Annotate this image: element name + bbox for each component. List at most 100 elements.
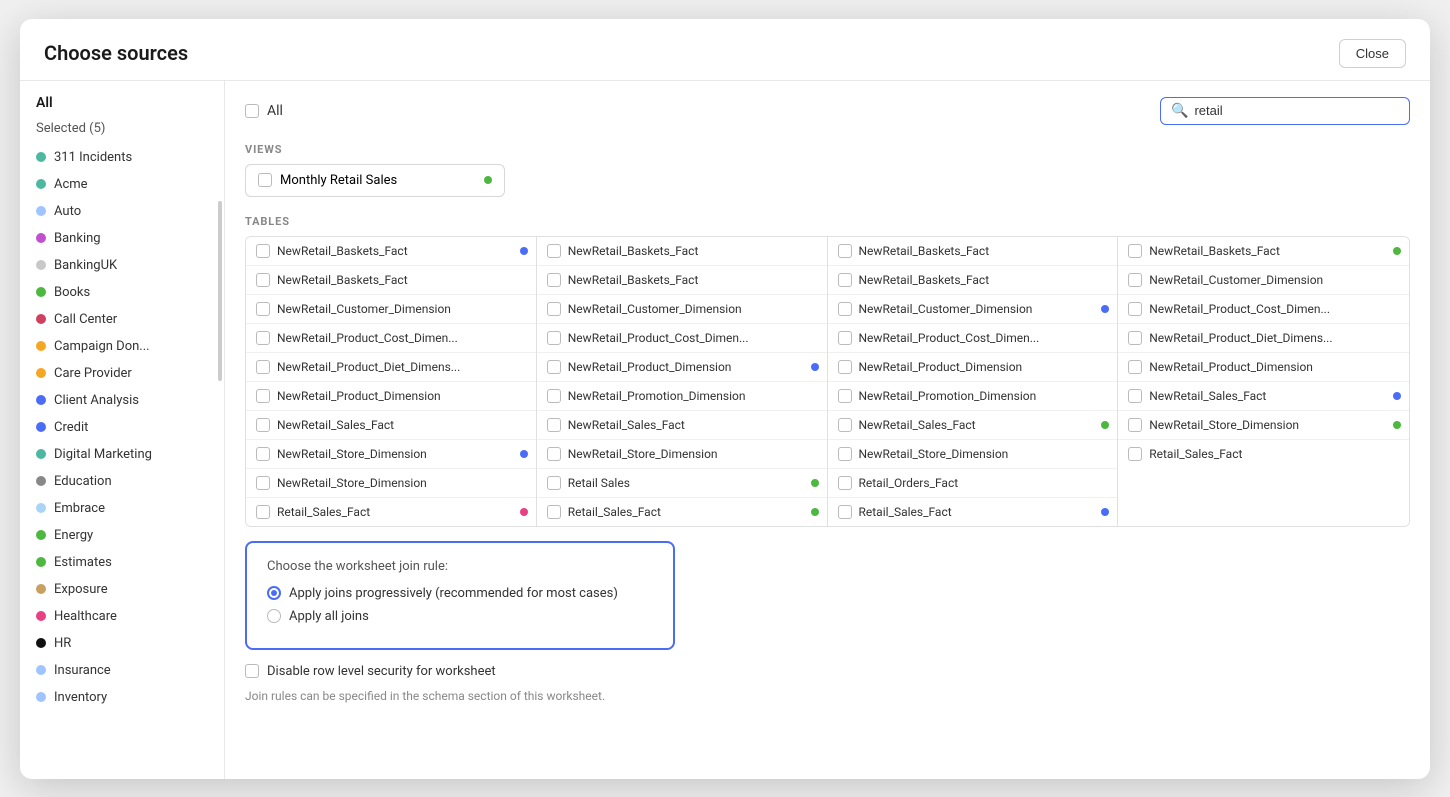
table-row[interactable]: NewRetail_Product_Diet_Dimens... [1118, 324, 1409, 353]
table-row[interactable]: NewRetail_Sales_Fact [537, 411, 827, 440]
table-row[interactable]: NewRetail_Product_Dimension [1118, 353, 1409, 382]
search-input[interactable] [1194, 103, 1399, 118]
table-row[interactable]: NewRetail_Product_Dimension [828, 353, 1118, 382]
table-row-checkbox[interactable] [547, 505, 561, 519]
table-row[interactable]: Retail Sales [537, 469, 827, 498]
apply-joins-progressively-radio[interactable]: Apply joins progressively (recommended f… [267, 586, 653, 601]
table-row-checkbox[interactable] [256, 273, 270, 287]
apply-progressively-radio-icon[interactable] [267, 586, 281, 600]
table-row[interactable]: NewRetail_Customer_Dimension [1118, 266, 1409, 295]
table-row-checkbox[interactable] [256, 244, 270, 258]
sidebar-scrollbar[interactable] [218, 201, 222, 381]
table-row-checkbox[interactable] [1128, 418, 1142, 432]
table-row[interactable]: NewRetail_Baskets_Fact [537, 266, 827, 295]
table-row[interactable]: NewRetail_Product_Cost_Dimen... [537, 324, 827, 353]
table-row-checkbox[interactable] [1128, 389, 1142, 403]
sidebar-all-label[interactable]: All [20, 89, 224, 117]
table-row[interactable]: NewRetail_Customer_Dimension [828, 295, 1118, 324]
table-row-checkbox[interactable] [547, 273, 561, 287]
close-button[interactable]: Close [1339, 39, 1406, 68]
table-row-checkbox[interactable] [547, 418, 561, 432]
sidebar-item-care-provider[interactable]: Care Provider [20, 360, 224, 387]
table-row[interactable]: NewRetail_Baskets_Fact [828, 237, 1118, 266]
table-row-checkbox[interactable] [1128, 244, 1142, 258]
table-row[interactable]: NewRetail_Product_Dimension [246, 382, 536, 411]
table-row-checkbox[interactable] [1128, 331, 1142, 345]
table-row[interactable]: Retail_Sales_Fact [246, 498, 536, 526]
table-row[interactable]: NewRetail_Promotion_Dimension [828, 382, 1118, 411]
table-row[interactable]: NewRetail_Store_Dimension [246, 469, 536, 498]
table-row-checkbox[interactable] [256, 505, 270, 519]
sidebar-item-inventory[interactable]: Inventory [20, 684, 224, 711]
table-row[interactable]: NewRetail_Customer_Dimension [537, 295, 827, 324]
apply-all-joins-radio[interactable]: Apply all joins [267, 609, 653, 624]
table-row[interactable]: NewRetail_Store_Dimension [1118, 411, 1409, 440]
sidebar-item-exposure[interactable]: Exposure [20, 576, 224, 603]
table-row-checkbox[interactable] [838, 389, 852, 403]
sidebar-item-energy[interactable]: Energy [20, 522, 224, 549]
table-row[interactable]: Retail_Sales_Fact [828, 498, 1118, 526]
table-row[interactable]: NewRetail_Sales_Fact [246, 411, 536, 440]
table-row-checkbox[interactable] [838, 476, 852, 490]
sidebar-item-client-analysis[interactable]: Client Analysis [20, 387, 224, 414]
table-row-checkbox[interactable] [547, 389, 561, 403]
monthly-retail-sales-card[interactable]: Monthly Retail Sales [245, 164, 505, 197]
sidebar-item-digital-marketing[interactable]: Digital Marketing [20, 441, 224, 468]
monthly-retail-sales-checkbox[interactable] [258, 173, 272, 187]
table-row-checkbox[interactable] [256, 302, 270, 316]
table-row-checkbox[interactable] [838, 302, 852, 316]
table-row-checkbox[interactable] [1128, 302, 1142, 316]
table-row-checkbox[interactable] [256, 389, 270, 403]
sidebar-item-call-center[interactable]: Call Center [20, 306, 224, 333]
sidebar-item-banking[interactable]: Banking [20, 225, 224, 252]
table-row-checkbox[interactable] [838, 418, 852, 432]
sidebar-item-education[interactable]: Education [20, 468, 224, 495]
sidebar-item-campaign-don...[interactable]: Campaign Don... [20, 333, 224, 360]
sidebar-item-embrace[interactable]: Embrace [20, 495, 224, 522]
sidebar-item-acme[interactable]: Acme [20, 171, 224, 198]
sidebar-item-credit[interactable]: Credit [20, 414, 224, 441]
table-row[interactable]: NewRetail_Store_Dimension [537, 440, 827, 469]
table-row-checkbox[interactable] [838, 273, 852, 287]
table-row[interactable]: NewRetail_Sales_Fact [828, 411, 1118, 440]
table-row-checkbox[interactable] [256, 360, 270, 374]
disable-row-security-checkbox[interactable] [245, 664, 259, 678]
table-row-checkbox[interactable] [547, 244, 561, 258]
table-row-checkbox[interactable] [547, 476, 561, 490]
table-row[interactable]: Retail_Sales_Fact [1118, 440, 1409, 468]
table-row-checkbox[interactable] [547, 302, 561, 316]
table-row-checkbox[interactable] [256, 447, 270, 461]
sidebar-item-estimates[interactable]: Estimates [20, 549, 224, 576]
table-row[interactable]: NewRetail_Product_Cost_Dimen... [246, 324, 536, 353]
table-row[interactable]: NewRetail_Promotion_Dimension [537, 382, 827, 411]
table-row-checkbox[interactable] [1128, 447, 1142, 461]
table-row-checkbox[interactable] [256, 331, 270, 345]
table-row-checkbox[interactable] [838, 505, 852, 519]
sidebar-item-auto[interactable]: Auto [20, 198, 224, 225]
sidebar-item-bankinguk[interactable]: BankingUK [20, 252, 224, 279]
apply-all-joins-radio-icon[interactable] [267, 609, 281, 623]
table-row-checkbox[interactable] [256, 476, 270, 490]
sidebar-item-books[interactable]: Books [20, 279, 224, 306]
table-row-checkbox[interactable] [547, 447, 561, 461]
sidebar-item-healthcare[interactable]: Healthcare [20, 603, 224, 630]
table-row-checkbox[interactable] [1128, 273, 1142, 287]
all-checkbox[interactable] [245, 104, 259, 118]
table-row-checkbox[interactable] [1128, 360, 1142, 374]
table-row-checkbox[interactable] [838, 331, 852, 345]
table-row[interactable]: NewRetail_Store_Dimension [828, 440, 1118, 469]
table-row[interactable]: NewRetail_Product_Dimension [537, 353, 827, 382]
table-row[interactable]: NewRetail_Customer_Dimension [246, 295, 536, 324]
table-row[interactable]: NewRetail_Product_Diet_Dimens... [246, 353, 536, 382]
table-row[interactable]: NewRetail_Product_Cost_Dimen... [1118, 295, 1409, 324]
table-row[interactable]: NewRetail_Baskets_Fact [1118, 237, 1409, 266]
table-row[interactable]: NewRetail_Baskets_Fact [246, 266, 536, 295]
table-row-checkbox[interactable] [838, 360, 852, 374]
table-row[interactable]: NewRetail_Sales_Fact [1118, 382, 1409, 411]
sidebar-item-insurance[interactable]: Insurance [20, 657, 224, 684]
table-row-checkbox[interactable] [547, 360, 561, 374]
table-row[interactable]: NewRetail_Product_Cost_Dimen... [828, 324, 1118, 353]
table-row-checkbox[interactable] [256, 418, 270, 432]
sidebar-item-311-incidents[interactable]: 311 Incidents [20, 144, 224, 171]
table-row-checkbox[interactable] [547, 331, 561, 345]
